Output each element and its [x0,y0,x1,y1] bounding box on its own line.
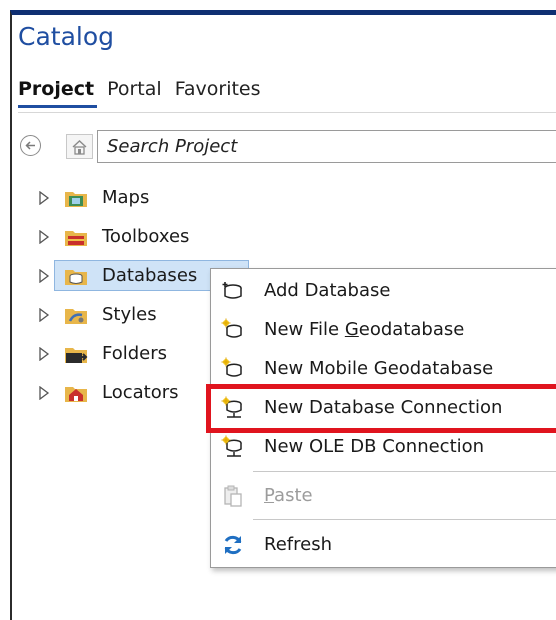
pane-title: Catalog [18,22,115,51]
menu-item-label: New OLE DB Connection [264,436,485,457]
arrow-left-icon [25,141,35,150]
tree-item-label: Locators [102,382,179,403]
tab-project[interactable]: Project [18,78,98,108]
menu-item-label: Paste [264,485,313,506]
tab-portal[interactable]: Portal [107,78,165,108]
paste-icon [224,485,242,507]
menu-item-add-database[interactable]: Add Database [211,271,556,310]
styles-folder-icon [65,308,87,324]
expand-caret-icon[interactable] [38,190,50,205]
menu-item-new-mobile-geodatabase[interactable]: New Mobile Geodatabase [211,349,556,388]
menu-item-label: New Mobile Geodatabase [264,358,494,379]
highlight-callout-box [206,384,556,433]
search-placeholder: Search Project [107,136,238,157]
menu-item-refresh[interactable]: Refresh [211,525,556,564]
maps-folder-icon [65,191,87,207]
menu-item-label: Add Database [264,280,391,301]
tree-item-toolboxes[interactable]: Toolboxes [38,217,556,256]
add-database-icon [222,281,242,299]
tree-item-label: Styles [102,304,157,325]
new-mobile-geodatabase-icon [221,357,242,377]
menu-item-new-file-geodatabase[interactable]: New File Geodatabase [211,310,556,349]
back-button[interactable] [20,135,41,156]
menu-item-label: Refresh [264,534,332,555]
expand-caret-icon[interactable] [38,268,50,283]
expand-caret-icon[interactable] [38,346,50,361]
new-ole-db-connection-icon [221,435,242,457]
locators-folder-icon [65,386,87,402]
menu-item-paste: Paste [211,476,556,515]
folders-folder-icon [65,347,88,363]
tabs-divider [18,112,556,113]
catalog-tabs: Project Portal Favorites [18,78,274,108]
tree-item-label: Toolboxes [102,226,190,247]
menu-separator [253,471,556,472]
tree-item-label: Folders [102,343,168,364]
menu-separator [253,519,556,520]
menu-item-label: New File Geodatabase [264,319,465,340]
expand-caret-icon[interactable] [38,229,50,244]
new-file-geodatabase-icon [221,318,242,338]
search-input[interactable]: Search Project [97,130,556,163]
toolboxes-folder-icon [65,230,87,246]
tree-item-label: Databases [102,265,198,286]
expand-caret-icon[interactable] [38,385,50,400]
databases-folder-icon [65,269,87,285]
expand-caret-icon[interactable] [38,307,50,322]
tree-item-label: Maps [102,187,150,208]
refresh-icon [224,535,242,554]
tab-favorites[interactable]: Favorites [175,78,264,108]
home-icon [72,139,87,155]
home-button[interactable] [66,134,93,159]
tree-item-maps[interactable]: Maps [38,178,556,217]
